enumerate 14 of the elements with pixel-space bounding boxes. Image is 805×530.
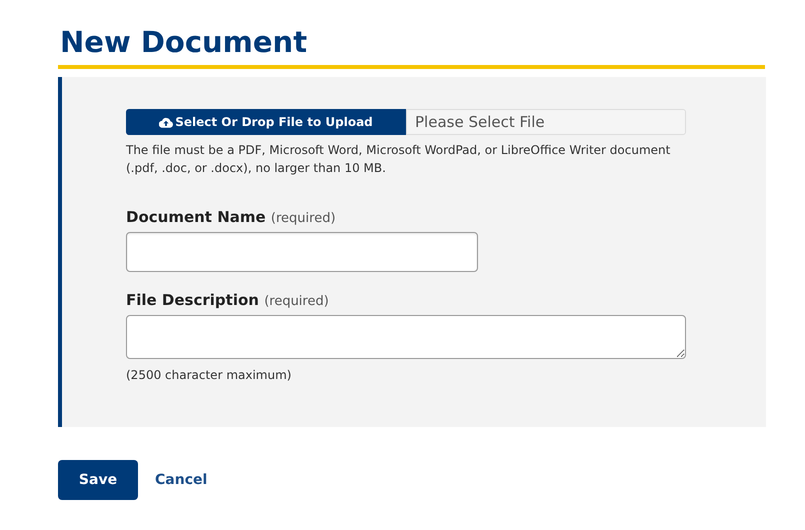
text-area[interactable] [126, 315, 686, 359]
field-label: File Description [126, 291, 259, 309]
page-title: New Document [60, 24, 308, 61]
required-hint: (required) [264, 294, 329, 309]
cloud-upload-icon [159, 116, 174, 128]
field-label: Document Name [126, 208, 266, 226]
upload-button[interactable]: Select Or Drop File to Upload [126, 109, 406, 135]
cancel-link[interactable]: Cancel [155, 470, 208, 490]
save-button[interactable]: Save [58, 460, 138, 500]
required-hint: (required) [270, 211, 336, 226]
input-field[interactable] [126, 232, 478, 272]
help-text: The file must be a PDF, Microsoft Word, Microsoft WordPad, or LibreOffice Writer document (.pdf, .doc, or .docx), no larger than 10 MB. [126, 142, 672, 177]
character-limit-note: (2500 character maximum) [126, 367, 292, 384]
file-field[interactable]: Please Select File [406, 109, 686, 135]
